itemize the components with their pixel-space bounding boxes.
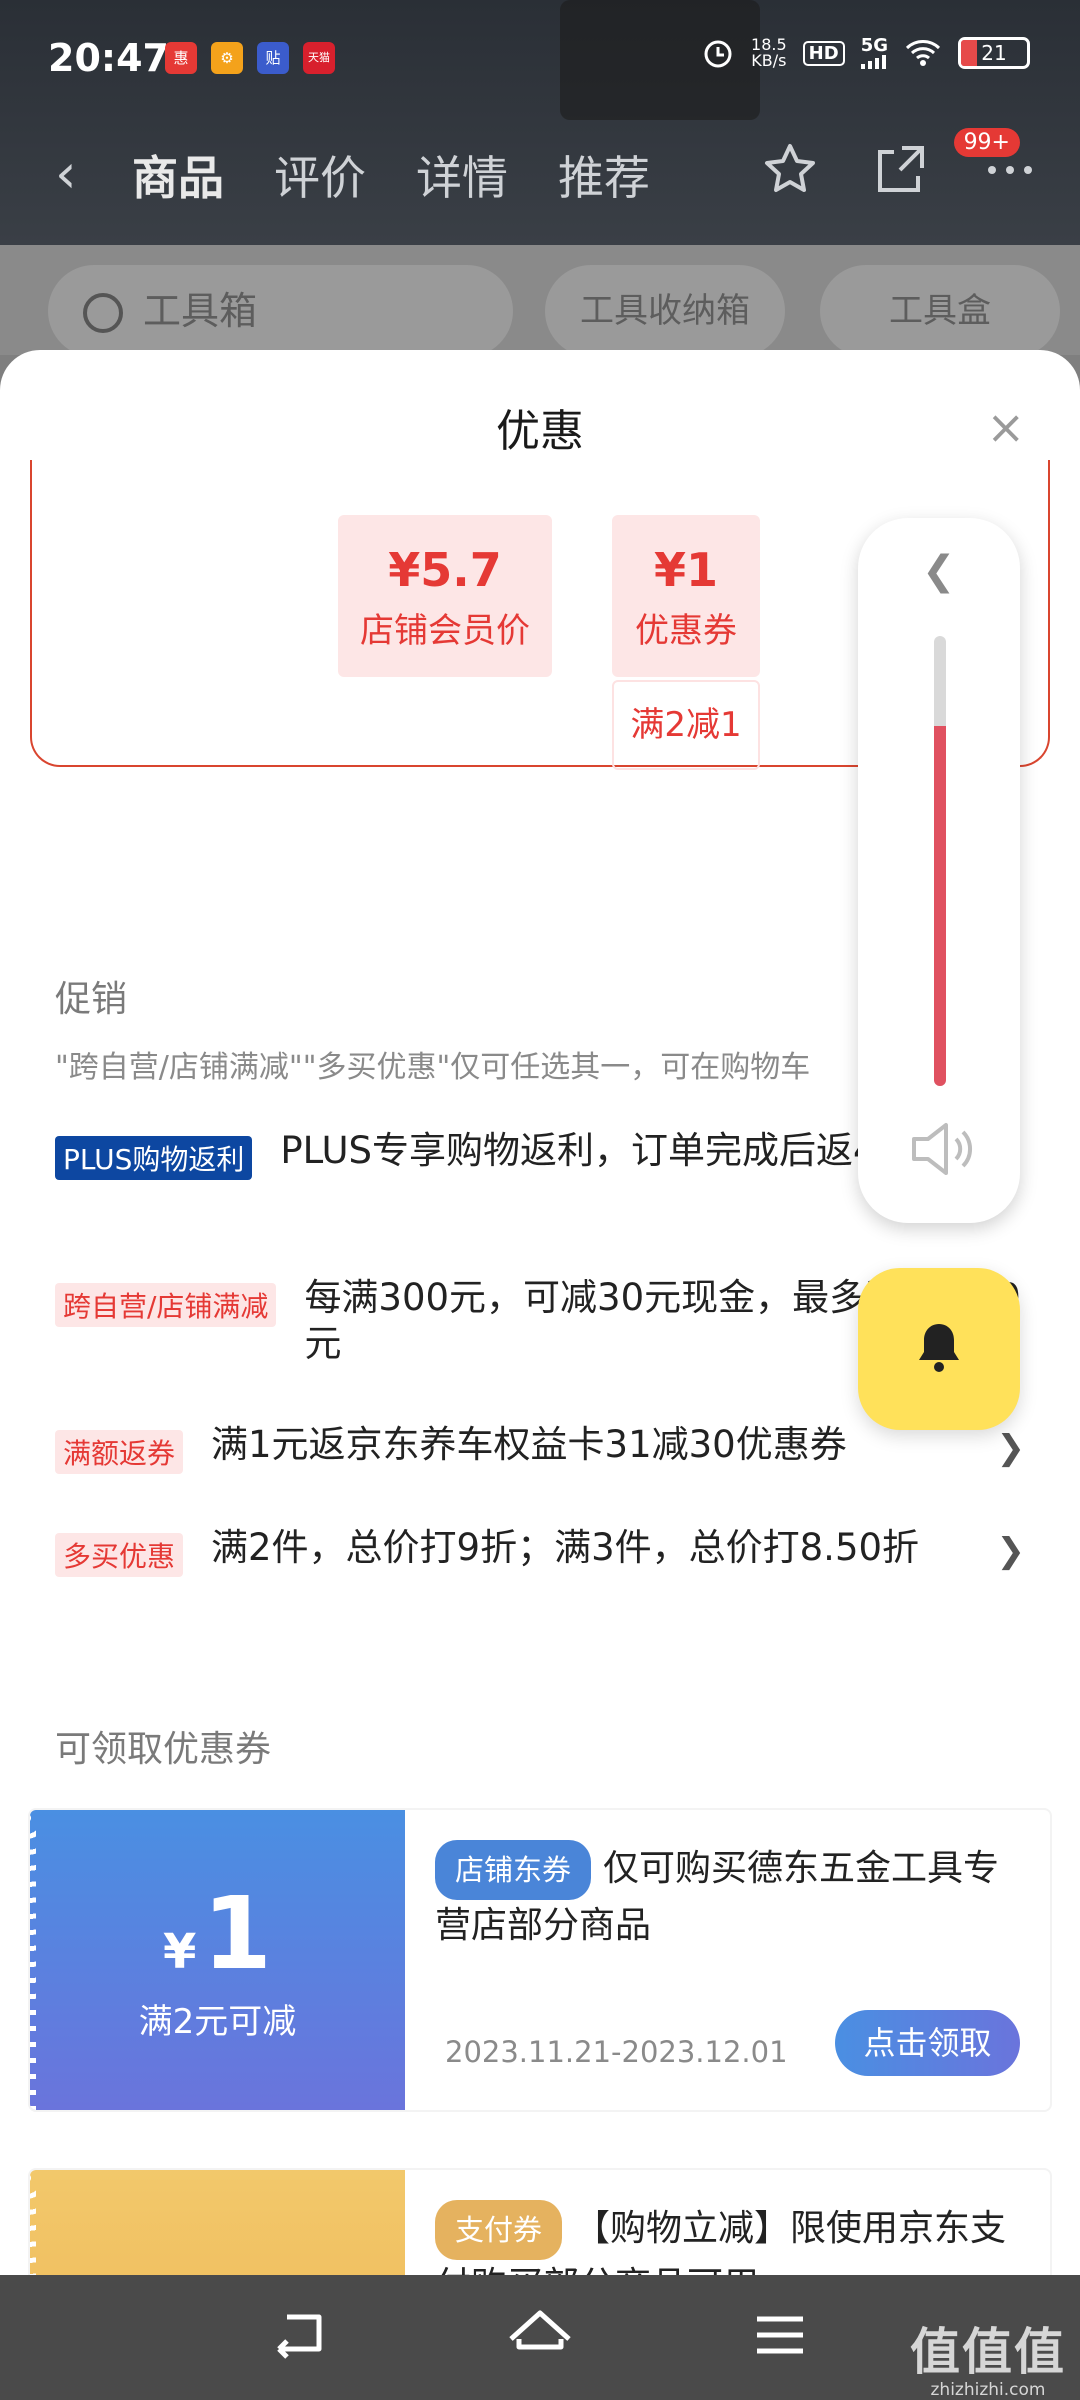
more-menu[interactable]: 99+ bbox=[953, 128, 1040, 213]
speaker-icon[interactable] bbox=[906, 1113, 978, 1185]
coupon-card: 支付券【购物立减】限使用京东支付购买部分商品可用 bbox=[30, 2170, 1050, 2275]
star-icon[interactable] bbox=[760, 140, 820, 200]
coupon-description: 支付券【购物立减】限使用京东支付购买部分商品可用 bbox=[435, 2200, 1025, 2275]
promotion-note: "跨自营/店铺满减""多买优惠"仅可任选其一，可在购物车 bbox=[55, 1050, 811, 1085]
coupon-edge bbox=[30, 1810, 36, 2110]
nav-actions: 99+ bbox=[760, 128, 1040, 213]
coupon-tag: 店铺东券 bbox=[435, 1840, 592, 1900]
promo-tag: 满额返券 bbox=[55, 1430, 184, 1474]
member-price: ¥5.7 bbox=[388, 543, 502, 597]
signal-icon: 5G bbox=[860, 37, 888, 69]
coupon-amount-panel bbox=[30, 2170, 405, 2275]
battery-icon: 21 bbox=[958, 37, 1030, 69]
volume-level bbox=[934, 726, 946, 1086]
search-query: 工具箱 bbox=[143, 289, 258, 333]
coupons-heading: 可领取优惠券 bbox=[55, 1729, 272, 1770]
search-icon bbox=[83, 293, 123, 333]
search-input[interactable]: 工具箱 bbox=[48, 265, 513, 357]
member-price-chip: ¥5.7 店铺会员价 bbox=[338, 515, 552, 677]
chevron-left-icon[interactable]: ❮ bbox=[922, 548, 956, 594]
coupon-price-label: 优惠券 bbox=[635, 611, 737, 651]
app-icon-3: 贴 bbox=[257, 42, 289, 74]
promo-text: 满2件，总价打9折；满3件，总价打8.50折 bbox=[211, 1526, 920, 1569]
promo-tag: 多买优惠 bbox=[55, 1533, 184, 1577]
coupon-description: 店铺东券 仅可购买德东五金工具专营店部分商品 bbox=[435, 1840, 1025, 1952]
wifi-icon bbox=[905, 40, 941, 66]
status-time: 20:47 bbox=[48, 36, 169, 80]
message-badge: 99+ bbox=[953, 128, 1020, 157]
back-nav-icon[interactable] bbox=[265, 2305, 335, 2365]
close-icon[interactable]: × bbox=[986, 400, 1025, 454]
network-speed: 18.5 KB/s bbox=[751, 35, 787, 70]
notification-button[interactable] bbox=[858, 1268, 1020, 1430]
coupon-price: ¥1 bbox=[653, 543, 718, 597]
tab-details[interactable]: 详情 bbox=[416, 142, 508, 208]
coupon-condition: 满2元可减 bbox=[138, 2002, 297, 2042]
alarm-clock-icon bbox=[704, 40, 732, 68]
back-icon[interactable]: ‹ bbox=[55, 142, 77, 205]
watermark-text: 值值值 bbox=[910, 2323, 1066, 2381]
search-tag-2[interactable]: 工具盒 bbox=[820, 265, 1060, 357]
coupon-amount-panel: ¥1 满2元可减 bbox=[30, 1810, 405, 2110]
menu-nav-icon[interactable] bbox=[745, 2305, 815, 2365]
share-icon[interactable] bbox=[870, 140, 930, 200]
promo-item-return-coupon[interactable]: 满额返券 满1元返京东养车权益卡31减30优惠券 ❯ bbox=[55, 1422, 1025, 1474]
notification-icons: 惠 ⚙ 贴 天猫 bbox=[165, 42, 335, 74]
volume-slider[interactable] bbox=[934, 636, 946, 1086]
product-tabs: 商品 评价 详情 推荐 bbox=[132, 142, 650, 208]
coupon-amount: ¥1 bbox=[163, 1875, 272, 1992]
promo-tag: PLUS购物返利 bbox=[55, 1136, 253, 1180]
promo-tag: 跨自营/店铺满减 bbox=[55, 1283, 277, 1327]
promotion-heading: 促销 bbox=[55, 979, 128, 1020]
claim-coupon-button[interactable]: 点击领取 bbox=[835, 2010, 1020, 2076]
tab-recommend[interactable]: 推荐 bbox=[558, 142, 650, 208]
hd-icon: HD bbox=[802, 40, 845, 66]
coupon-validity: 2023.11.21-2023.12.01 bbox=[445, 2035, 788, 2069]
member-price-label: 店铺会员价 bbox=[360, 611, 530, 651]
search-tag-1[interactable]: 工具收纳箱 bbox=[545, 265, 785, 357]
home-nav-icon[interactable] bbox=[505, 2305, 575, 2365]
status-indicators: 18.5 KB/s HD 5G 21 bbox=[701, 36, 1030, 70]
coupon-edge bbox=[30, 2170, 36, 2275]
app-icon-1: 惠 bbox=[165, 42, 197, 74]
coupon-card: ¥1 满2元可减 店铺东券 仅可购买德东五金工具专营店部分商品 2023.11.2… bbox=[30, 1810, 1050, 2110]
volume-panel: ❮ bbox=[858, 518, 1020, 1223]
product-nav-bar: ‹ 商品 评价 详情 推荐 99+ bbox=[0, 120, 1080, 220]
coupon-price-chip: ¥1 优惠券 bbox=[612, 515, 760, 677]
tab-product[interactable]: 商品 bbox=[132, 142, 224, 208]
promo-item-multi-buy[interactable]: 多买优惠 满2件，总价打9折；满3件，总价打8.50折 ❯ bbox=[55, 1525, 1025, 1577]
bell-icon bbox=[919, 1324, 959, 1372]
coupon-condition: 满2减1 bbox=[612, 680, 760, 770]
status-bar: 20:47 惠 ⚙ 贴 天猫 18.5 KB/s HD 5G 21 bbox=[0, 0, 1080, 118]
sheet-title: 优惠 bbox=[496, 406, 584, 457]
app-icon-4: 天猫 bbox=[303, 42, 335, 74]
tab-reviews[interactable]: 评价 bbox=[274, 142, 366, 208]
app-icon-2: ⚙ bbox=[211, 42, 243, 74]
chevron-right-icon: ❯ bbox=[996, 1428, 1026, 1468]
chevron-right-icon: ❯ bbox=[996, 1531, 1026, 1571]
watermark-url: zhizhizhi.com bbox=[930, 2380, 1046, 2400]
coupon-tag: 支付券 bbox=[435, 2200, 563, 2260]
watermark: 值值值 zhizhizhi.com bbox=[910, 2312, 1066, 2400]
